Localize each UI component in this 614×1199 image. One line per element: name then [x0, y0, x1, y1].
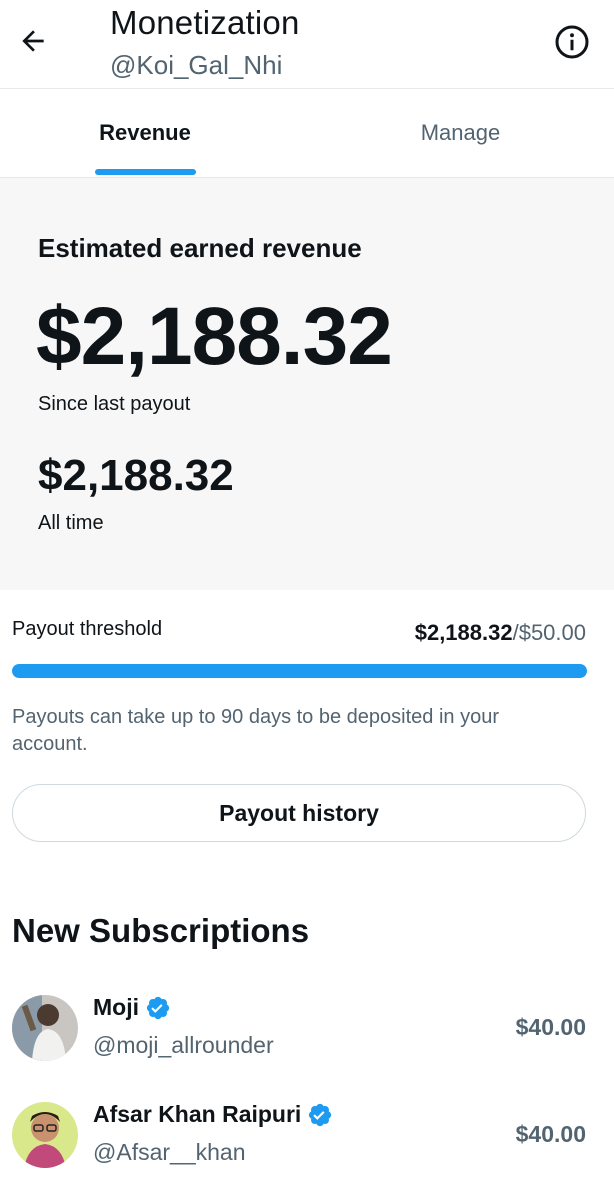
verified-badge-icon — [307, 1102, 333, 1128]
subscriber-handle: @Afsar__khan — [93, 1139, 246, 1165]
back-button[interactable] — [14, 22, 52, 60]
threshold-current: $2,188.32 — [414, 620, 513, 645]
subscriber-name: Afsar Khan Raipuri — [93, 1101, 333, 1128]
avatar-image — [12, 1102, 78, 1168]
subscription-amount: $40.00 — [515, 1121, 586, 1147]
tab-manage[interactable]: Manage — [307, 89, 614, 177]
payout-history-button[interactable]: Payout history — [12, 784, 586, 842]
active-tab-indicator — [95, 169, 196, 175]
page-title: Monetization — [110, 4, 300, 41]
since-last-payout-label: Since last payout — [38, 393, 191, 415]
account-handle: @Koi_Gal_Nhi — [110, 50, 283, 80]
tab-revenue[interactable]: Revenue — [0, 89, 290, 177]
subscriber-name-text: Moji — [93, 994, 139, 1020]
threshold-target: /$50.00 — [512, 620, 586, 645]
subscriber-name-text: Afsar Khan Raipuri — [93, 1101, 302, 1127]
verified-badge-icon — [145, 995, 171, 1021]
subscriber-name: Moji — [93, 994, 171, 1021]
all-time-label: All time — [38, 512, 104, 534]
payout-progress-fill — [12, 664, 587, 678]
avatar[interactable] — [12, 995, 78, 1061]
estimated-revenue-heading: Estimated earned revenue — [38, 233, 362, 263]
payout-progress-bar — [12, 664, 587, 678]
info-button[interactable] — [552, 22, 592, 62]
payout-note: Payouts can take up to 90 days to be dep… — [12, 706, 499, 755]
all-time-amount: $2,188.32 — [38, 451, 234, 500]
revenue-summary-panel: Estimated earned revenue $2,188.32 Since… — [0, 178, 614, 590]
subscription-item[interactable]: Moji @moji_allrounder $40.00 — [0, 990, 614, 1080]
arrow-left-icon — [22, 30, 44, 52]
new-subscriptions-heading: New Subscriptions — [12, 912, 310, 949]
info-circle-icon — [555, 25, 589, 59]
payout-threshold-label: Payout threshold — [12, 618, 163, 640]
top-app-bar: Monetization @Koi_Gal_Nhi — [0, 0, 614, 89]
avatar[interactable] — [12, 1102, 78, 1168]
payout-threshold-value: $2,188.32/$50.00 — [415, 620, 586, 646]
tab-bar: Revenue Manage — [0, 89, 614, 178]
subscription-item[interactable]: Afsar Khan Raipuri @Afsar__khan $40.00 — [0, 1097, 614, 1187]
subscriber-handle: @moji_allrounder — [93, 1032, 274, 1058]
avatar-image — [12, 995, 78, 1061]
since-last-payout-amount: $2,188.32 — [36, 291, 393, 382]
subscription-amount: $40.00 — [515, 1014, 586, 1040]
